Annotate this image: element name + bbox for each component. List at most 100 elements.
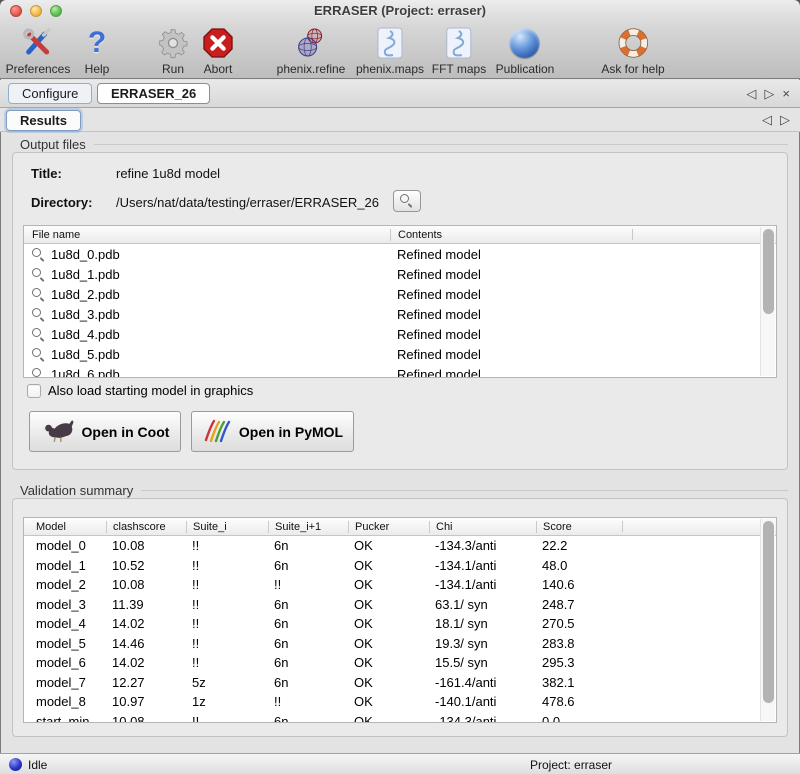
title-field-value: refine 1u8d model [116, 166, 220, 181]
output-files-table-header: File nameContents [24, 226, 776, 244]
table-cell: Refined model [390, 327, 776, 342]
table-cell: Refined model [390, 347, 776, 362]
output-files-section-label: Output files [20, 137, 788, 152]
table-cell: 10.52 [106, 558, 186, 573]
load-starting-model-checkbox[interactable] [27, 384, 41, 398]
table-cell: 10.08 [106, 538, 186, 553]
toolbar-label: Publication [496, 62, 555, 76]
table-cell: 6n [268, 538, 348, 553]
preferences-tools-icon [6, 25, 71, 61]
app-window: ERRASER (Project: erraser) Preferences ?… [0, 0, 800, 774]
toolbar-help-button[interactable]: ? Help [85, 25, 110, 76]
tab-erraser-26[interactable]: ERRASER_26 [97, 83, 210, 104]
table-row[interactable]: 1u8d_5.pdbRefined model [24, 344, 776, 364]
table-row[interactable]: 1u8d_2.pdbRefined model [24, 284, 776, 304]
table-cell: 1u8d_4.pdb [24, 327, 390, 342]
table-cell: OK [348, 616, 429, 631]
table-row[interactable]: model_010.08!!6nOK-134.3/anti22.2 [24, 536, 776, 556]
table-cell: 10.97 [106, 694, 186, 709]
scrollbar-track[interactable] [760, 519, 775, 721]
scrollbar-track[interactable] [760, 227, 775, 376]
magnifier-icon [32, 348, 45, 361]
table-row[interactable]: model_614.02!!6nOK15.5/ syn295.3 [24, 653, 776, 673]
button-label: Open in PyMOL [239, 424, 343, 440]
table-cell: 14.46 [106, 636, 186, 651]
table-row[interactable]: model_712.275z6nOK-161.4/anti382.1 [24, 673, 776, 693]
table-cell: -134.3/anti [429, 714, 536, 723]
table-row[interactable]: model_514.46!!6nOK19.3/ syn283.8 [24, 634, 776, 654]
table-row[interactable]: model_414.02!!6nOK18.1/ syn270.5 [24, 614, 776, 634]
table-row[interactable]: 1u8d_6.pdbRefined model [24, 364, 776, 378]
tab-scroll-left-button[interactable]: ◁ [746, 87, 756, 100]
header-cell: Suite_i+1 [268, 521, 348, 533]
magnifier-icon [400, 194, 415, 209]
section-title: Validation summary [20, 483, 133, 498]
table-row[interactable]: 1u8d_0.pdbRefined model [24, 244, 776, 264]
table-cell: !! [186, 616, 268, 631]
toolbar-abort-button[interactable]: Abort [202, 25, 234, 76]
scrollbar-thumb[interactable] [763, 521, 774, 703]
toolbar-label: phenix.maps [356, 62, 424, 76]
table-row[interactable]: model_810.971z!!OK-140.1/anti478.6 [24, 692, 776, 712]
table-cell: !! [268, 577, 348, 592]
table-row[interactable]: start_min10.08!!6nOK-134.3/anti0.0 [24, 712, 776, 724]
table-cell: -161.4/anti [429, 675, 536, 690]
table-cell: !! [186, 558, 268, 573]
table-row[interactable]: model_110.52!!6nOK-134.1/anti48.0 [24, 556, 776, 576]
table-cell: !! [186, 714, 268, 723]
toolbar-ask-for-help-button[interactable]: Ask for help [601, 25, 664, 76]
tab-close-button[interactable]: × [782, 87, 790, 100]
subtab-scroll-right-button[interactable]: ▷ [780, 113, 790, 126]
table-cell: 478.6 [536, 694, 622, 709]
header-cell: File name [24, 229, 390, 241]
table-cell: !! [186, 636, 268, 651]
table-cell: 1u8d_0.pdb [24, 247, 390, 262]
table-cell: model_7 [24, 675, 106, 690]
window-chrome: ERRASER (Project: erraser) Preferences ?… [0, 0, 800, 79]
table-cell: Refined model [390, 307, 776, 322]
tab-scroll-right-button[interactable]: ▷ [764, 87, 774, 100]
validation-summary-section-label: Validation summary [20, 483, 788, 498]
toolbar-run-button[interactable]: Run [157, 25, 189, 76]
table-cell: 1u8d_1.pdb [24, 267, 390, 282]
table-cell: Refined model [390, 267, 776, 282]
table-cell: 248.7 [536, 597, 622, 612]
table-cell: 22.2 [536, 538, 622, 553]
run-gear-icon [157, 25, 189, 61]
toolbar-phenix-refine-button[interactable]: phenix.refine [277, 25, 346, 76]
subtab-scroll-left-button[interactable]: ◁ [762, 113, 772, 126]
table-cell: !! [186, 597, 268, 612]
open-in-pymol-button[interactable]: Open in PyMOL [191, 411, 354, 452]
browse-directory-button[interactable] [393, 190, 421, 212]
titlebar[interactable]: ERRASER (Project: erraser) [0, 0, 800, 22]
table-cell: 14.02 [106, 616, 186, 631]
document-tabbar: Configure ERRASER_26 ◁ ▷ × [0, 80, 800, 108]
open-in-coot-button[interactable]: Open in Coot [29, 411, 181, 452]
scrollbar-thumb[interactable] [763, 229, 774, 314]
table-cell: 14.02 [106, 655, 186, 670]
table-row[interactable]: 1u8d_4.pdbRefined model [24, 324, 776, 344]
table-cell: 1z [186, 694, 268, 709]
table-header-row: ModelclashscoreSuite_iSuite_i+1PuckerChi… [24, 518, 776, 536]
toolbar-preferences-button[interactable]: Preferences [6, 25, 71, 76]
help-question-icon: ? [85, 25, 110, 61]
table-row[interactable]: 1u8d_3.pdbRefined model [24, 304, 776, 324]
tab-results[interactable]: Results [6, 110, 81, 131]
table-row[interactable]: 1u8d_1.pdbRefined model [24, 264, 776, 284]
table-cell: 6n [268, 675, 348, 690]
toolbar-fft-maps-button[interactable]: FFT maps [432, 25, 486, 76]
toolbar-label: FFT maps [432, 62, 486, 76]
table-cell: 1u8d_6.pdb [24, 367, 390, 379]
tab-label: Results [20, 113, 67, 128]
toolbar-phenix-maps-button[interactable]: phenix.maps [356, 25, 424, 76]
table-cell: -134.3/anti [429, 538, 536, 553]
magnifier-icon [32, 308, 45, 321]
tab-configure[interactable]: Configure [8, 83, 92, 104]
toolbar-publication-button[interactable]: Publication [496, 25, 555, 76]
table-cell: !! [268, 694, 348, 709]
table-cell: OK [348, 636, 429, 651]
table-row[interactable]: model_210.08!!!!OK-134.1/anti140.6 [24, 575, 776, 595]
table-cell: 283.8 [536, 636, 622, 651]
table-row[interactable]: model_311.39!!6nOK63.1/ syn248.7 [24, 595, 776, 615]
tab-label: ERRASER_26 [111, 86, 196, 101]
